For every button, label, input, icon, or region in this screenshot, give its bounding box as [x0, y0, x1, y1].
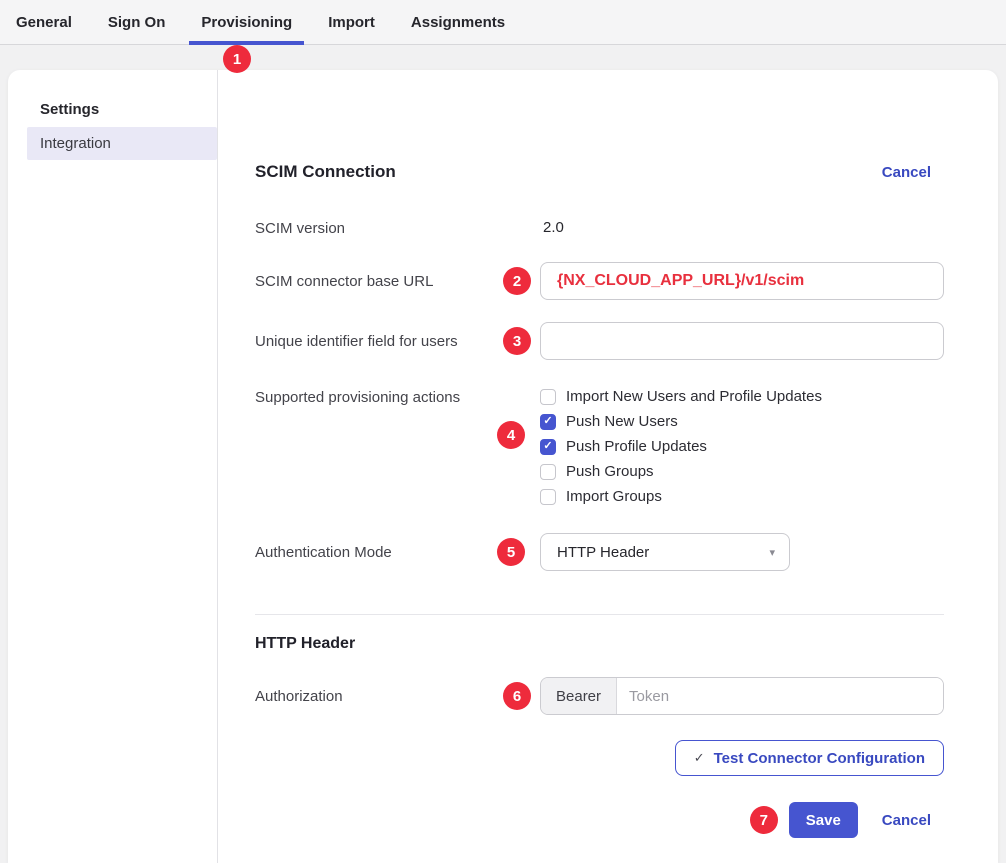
test-connector-label: Test Connector Configuration — [714, 750, 925, 767]
base-url-label: SCIM connector base URL — [255, 273, 540, 290]
footer-cancel-link[interactable]: Cancel — [882, 812, 931, 829]
row-unique-identifier: Unique identifier field for users 3 — [255, 322, 944, 360]
authorization-scheme-prefix: Bearer — [541, 678, 617, 714]
annotation-badge-4: 4 — [497, 421, 525, 449]
checkbox-row-push-groups[interactable]: ✓ Push Groups — [540, 463, 944, 480]
authorization-input-group: Bearer — [540, 677, 944, 715]
base-url-input[interactable] — [540, 262, 944, 300]
http-header-section-title: HTTP Header — [255, 635, 944, 653]
row-provisioning-actions: Supported provisioning actions 4 ✓ Impor… — [255, 388, 944, 505]
checkbox: ✓ — [540, 389, 556, 405]
unique-identifier-label: Unique identifier field for users — [255, 333, 540, 350]
checkbox-label: Import Groups — [566, 488, 662, 505]
save-button[interactable]: Save — [789, 802, 858, 838]
header-cancel-link[interactable]: Cancel — [882, 164, 931, 181]
test-connector-button[interactable]: ✓ Test Connector Configuration — [675, 740, 944, 776]
authorization-token-input[interactable] — [617, 678, 943, 714]
scim-version-label: SCIM version — [255, 220, 540, 237]
checkbox: ✓ — [540, 464, 556, 480]
checkbox-row-push-new-users[interactable]: ✓ Push New Users — [540, 413, 944, 430]
panel-title: SCIM Connection — [255, 162, 396, 182]
checkbox-row-import-groups[interactable]: ✓ Import Groups — [540, 488, 944, 505]
authentication-mode-select[interactable]: HTTP Header ▾ — [540, 533, 790, 571]
test-connector-row: ✓ Test Connector Configuration — [255, 740, 944, 776]
scim-version-value: 2.0 — [540, 219, 564, 236]
unique-identifier-input[interactable] — [540, 322, 944, 360]
tab-import[interactable]: Import — [316, 0, 387, 44]
tab-sign-on[interactable]: Sign On — [96, 0, 178, 44]
provisioning-actions-label: Supported provisioning actions — [255, 388, 540, 406]
section-divider — [255, 614, 944, 615]
checkbox-row-import-new-users[interactable]: ✓ Import New Users and Profile Updates — [540, 388, 944, 405]
checkbox-label: Import New Users and Profile Updates — [566, 388, 822, 405]
tab-assignments[interactable]: Assignments — [399, 0, 517, 44]
row-base-url: SCIM connector base URL 2 — [255, 262, 944, 300]
annotation-badge-3: 3 — [503, 327, 531, 355]
form-footer: 7 Save Cancel — [255, 802, 944, 838]
annotation-badge-2: 2 — [503, 267, 531, 295]
checkbox: ✓ — [540, 439, 556, 455]
authentication-mode-value: HTTP Header — [557, 544, 649, 561]
provisioning-actions-list: ✓ Import New Users and Profile Updates ✓… — [540, 388, 944, 505]
annotation-badge-6: 6 — [503, 682, 531, 710]
row-scim-version: SCIM version 2.0 — [255, 219, 944, 237]
chevron-down-icon: ▾ — [769, 546, 775, 559]
settings-sidebar: Settings Integration — [8, 70, 218, 863]
sidebar-heading: Settings — [27, 101, 217, 127]
row-authorization: Authorization 6 Bearer — [255, 677, 944, 715]
provisioning-card: Settings Integration SCIM Connection Can… — [8, 70, 998, 863]
check-icon: ✓ — [694, 750, 705, 766]
app-tabbar: General Sign On Provisioning Import Assi… — [0, 0, 1006, 45]
checkbox-label: Push Profile Updates — [566, 438, 707, 455]
check-icon: ✓ — [543, 441, 552, 452]
annotation-badge-5: 5 — [497, 538, 525, 566]
checkbox-label: Push Groups — [566, 463, 654, 480]
annotation-badge-7: 7 — [750, 806, 778, 834]
annotation-badge-1: 1 — [223, 45, 251, 73]
check-icon: ✓ — [543, 416, 552, 427]
tab-general[interactable]: General — [4, 0, 84, 44]
checkbox: ✓ — [540, 489, 556, 505]
authorization-label: Authorization — [255, 688, 540, 705]
sidebar-item-integration[interactable]: Integration — [27, 127, 217, 160]
panel-header: SCIM Connection Cancel — [255, 162, 944, 182]
tab-provisioning[interactable]: Provisioning — [189, 0, 304, 44]
checkbox-label: Push New Users — [566, 413, 678, 430]
scim-connection-panel: SCIM Connection Cancel SCIM version 2.0 … — [218, 70, 998, 863]
checkbox-row-push-profile-updates[interactable]: ✓ Push Profile Updates — [540, 438, 944, 455]
checkbox: ✓ — [540, 414, 556, 430]
row-authentication-mode: Authentication Mode 5 HTTP Header ▾ — [255, 533, 944, 571]
